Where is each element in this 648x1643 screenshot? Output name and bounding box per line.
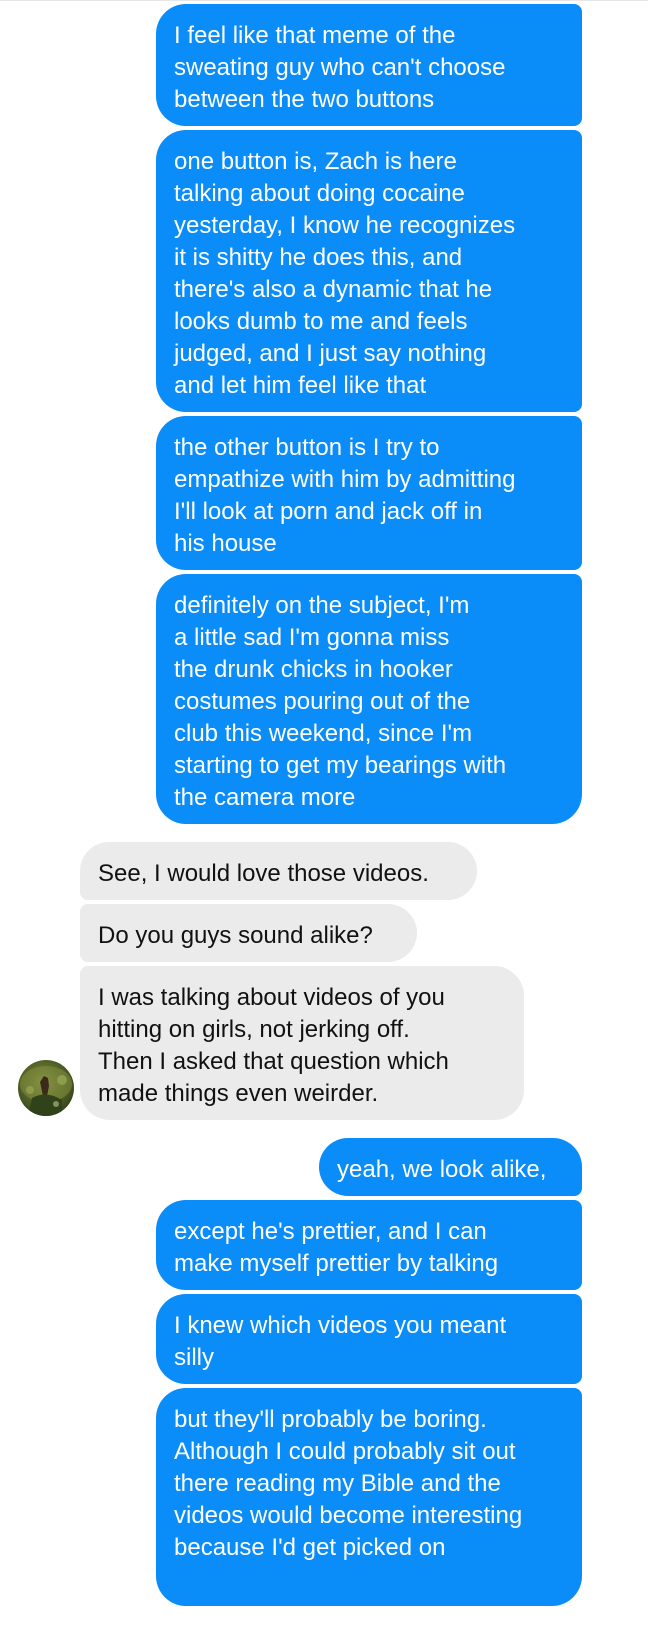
message-bubble-sent[interactable]: one button is, Zach is here talking abou… [156, 130, 582, 412]
message-bubble-sent[interactable]: but they'll probably be boring. Although… [156, 1388, 582, 1606]
message-bubble-sent[interactable]: yeah, we look alike, [319, 1138, 582, 1196]
message-thread[interactable]: I feel like that meme of the sweating gu… [0, 0, 648, 1643]
message-bubble-sent[interactable]: I feel like that meme of the sweating gu… [156, 4, 582, 126]
contact-avatar-icon[interactable] [18, 1060, 74, 1116]
message-bubble-sent[interactable]: except he's prettier, and I can make mys… [156, 1200, 582, 1290]
message-bubble-received[interactable]: See, I would love those videos. [80, 842, 477, 900]
message-bubble-received[interactable]: I was talking about videos of you hittin… [80, 966, 524, 1120]
divider [0, 0, 648, 1]
message-bubble-sent[interactable]: definitely on the subject, I'm a little … [156, 574, 582, 824]
message-bubble-received[interactable]: Do you guys sound alike? [80, 904, 417, 962]
message-bubble-sent[interactable]: I knew which videos you meant silly [156, 1294, 582, 1384]
message-bubble-sent[interactable]: the other button is I try to empathize w… [156, 416, 582, 570]
avatar-image [20, 1066, 72, 1116]
